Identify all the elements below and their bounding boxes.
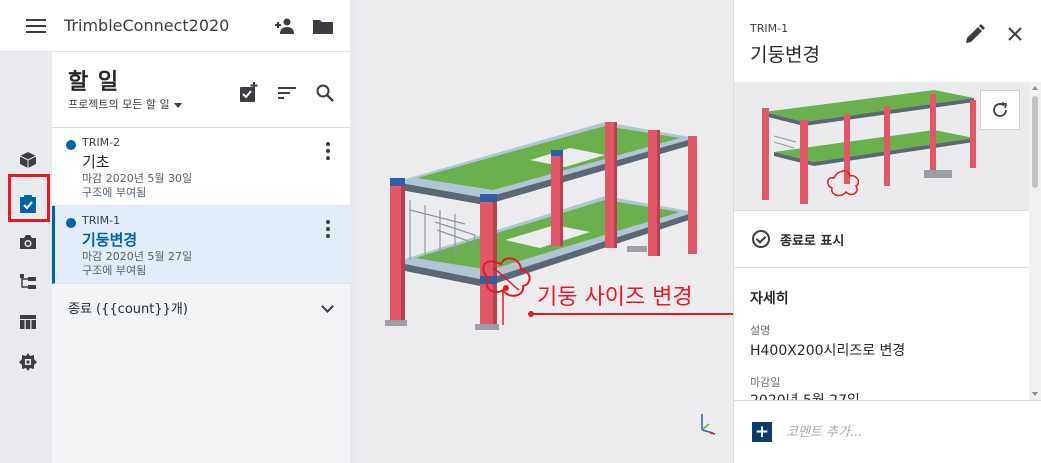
due-date-label: 마감일 [750, 376, 781, 389]
highlight-box [8, 174, 50, 222]
comment-input[interactable] [786, 424, 986, 440]
more-vertical-icon[interactable] [326, 220, 330, 241]
todo-due: 마감 2020년 5월 30일 [82, 172, 193, 185]
mark-done-button[interactable]: 종료로 표시 [734, 210, 1030, 268]
todo-item-trim-1[interactable]: TRIM-1 기둥변경 마감 2020년 5월 27일 구조에 부여됨 [52, 206, 350, 284]
close-icon[interactable] [1005, 24, 1025, 44]
add-comment-icon[interactable]: + [752, 422, 772, 442]
3d-model-scene: 기둥 사이즈 변경 [385, 122, 733, 435]
todo-assignee: 구조에 부여됨 [82, 186, 147, 199]
camera-icon[interactable] [18, 232, 38, 252]
add-user-icon[interactable] [274, 15, 296, 37]
detail-header: TRIM-1 기둥변경 [734, 0, 1041, 82]
todo-item-trim-2[interactable]: TRIM-2 기초 마감 2020년 5월 30일 구조에 부여됨 [52, 128, 350, 206]
todo-panel: 할 일 프로젝트의 모든 할 일 TRIM-2 기초 마감 2020년 5월 3… [52, 52, 350, 463]
detail-title: 기둥변경 [750, 44, 820, 66]
3d-model-icon[interactable] [18, 150, 38, 170]
scroll-up-arrow-icon[interactable] [1032, 86, 1038, 90]
details-section-title: 자세히 [750, 291, 789, 307]
search-icon[interactable] [314, 82, 336, 104]
comment-bar: + [734, 400, 1041, 463]
mark-done-label: 종료로 표시 [780, 233, 845, 249]
markup-annotation-text: 기둥 사이즈 변경 [537, 285, 693, 310]
todo-name: 기초 [82, 153, 110, 171]
todo-actions [238, 82, 336, 104]
status-dot [66, 218, 76, 228]
done-section-toggle[interactable]: 종료 ({{count}}개) [52, 284, 350, 332]
todo-code: TRIM-2 [82, 136, 121, 149]
todo-code: TRIM-1 [82, 214, 121, 227]
todo-filter-dropdown[interactable]: 프로젝트의 모든 할 일 [68, 96, 182, 112]
todo-detail-panel: TRIM-1 기둥변경 종료로 표시 자세히 설명 H400X200시리즈로 변… [733, 0, 1041, 463]
hamburger-menu-icon[interactable] [26, 15, 46, 37]
description-value: H400X200시리즈로 변경 [750, 343, 906, 359]
todo-filter-label: 프로젝트의 모든 할 일 [68, 98, 170, 111]
refresh-icon [993, 102, 1008, 117]
refresh-snapshot-button[interactable] [980, 90, 1020, 130]
todo-header: 할 일 프로젝트의 모든 할 일 [52, 52, 350, 128]
todo-assignee: 구조에 부여됨 [82, 264, 147, 277]
detail-scrollbar[interactable] [1029, 82, 1041, 400]
3d-viewer[interactable]: 기둥 사이즈 변경 [355, 0, 733, 463]
description-label: 설명 [750, 324, 771, 337]
todo-title: 할 일 [68, 70, 120, 95]
sort-icon[interactable] [276, 82, 298, 104]
table-icon[interactable] [18, 312, 38, 332]
more-vertical-icon[interactable] [326, 142, 330, 163]
done-label: 종료 ({{count}}개) [68, 302, 188, 317]
hierarchy-icon[interactable] [18, 272, 38, 292]
todo-due: 마감 2020년 5월 27일 [82, 250, 193, 263]
edit-pencil-icon[interactable] [963, 24, 985, 46]
chevron-down-icon [321, 300, 334, 313]
folder-icon[interactable] [312, 15, 334, 37]
top-bar: TrimbleConnect2020 [0, 0, 350, 52]
status-dot [66, 140, 76, 150]
check-circle-icon [752, 230, 770, 248]
scrollbar-thumb[interactable] [1032, 96, 1038, 188]
project-name[interactable]: TrimbleConnect2020 [64, 16, 274, 35]
extension-gear-icon[interactable] [18, 352, 38, 372]
snapshot-thumbnail[interactable] [734, 82, 1030, 210]
due-date-value: 2020년 5월 27일 [750, 390, 860, 400]
detail-code: TRIM-1 [750, 22, 789, 35]
left-rail [0, 52, 52, 463]
caret-down-icon [173, 102, 182, 108]
todo-name: 기둥변경 [82, 231, 138, 249]
add-todo-icon[interactable] [238, 82, 260, 104]
scroll-down-arrow-icon[interactable] [1032, 392, 1038, 396]
